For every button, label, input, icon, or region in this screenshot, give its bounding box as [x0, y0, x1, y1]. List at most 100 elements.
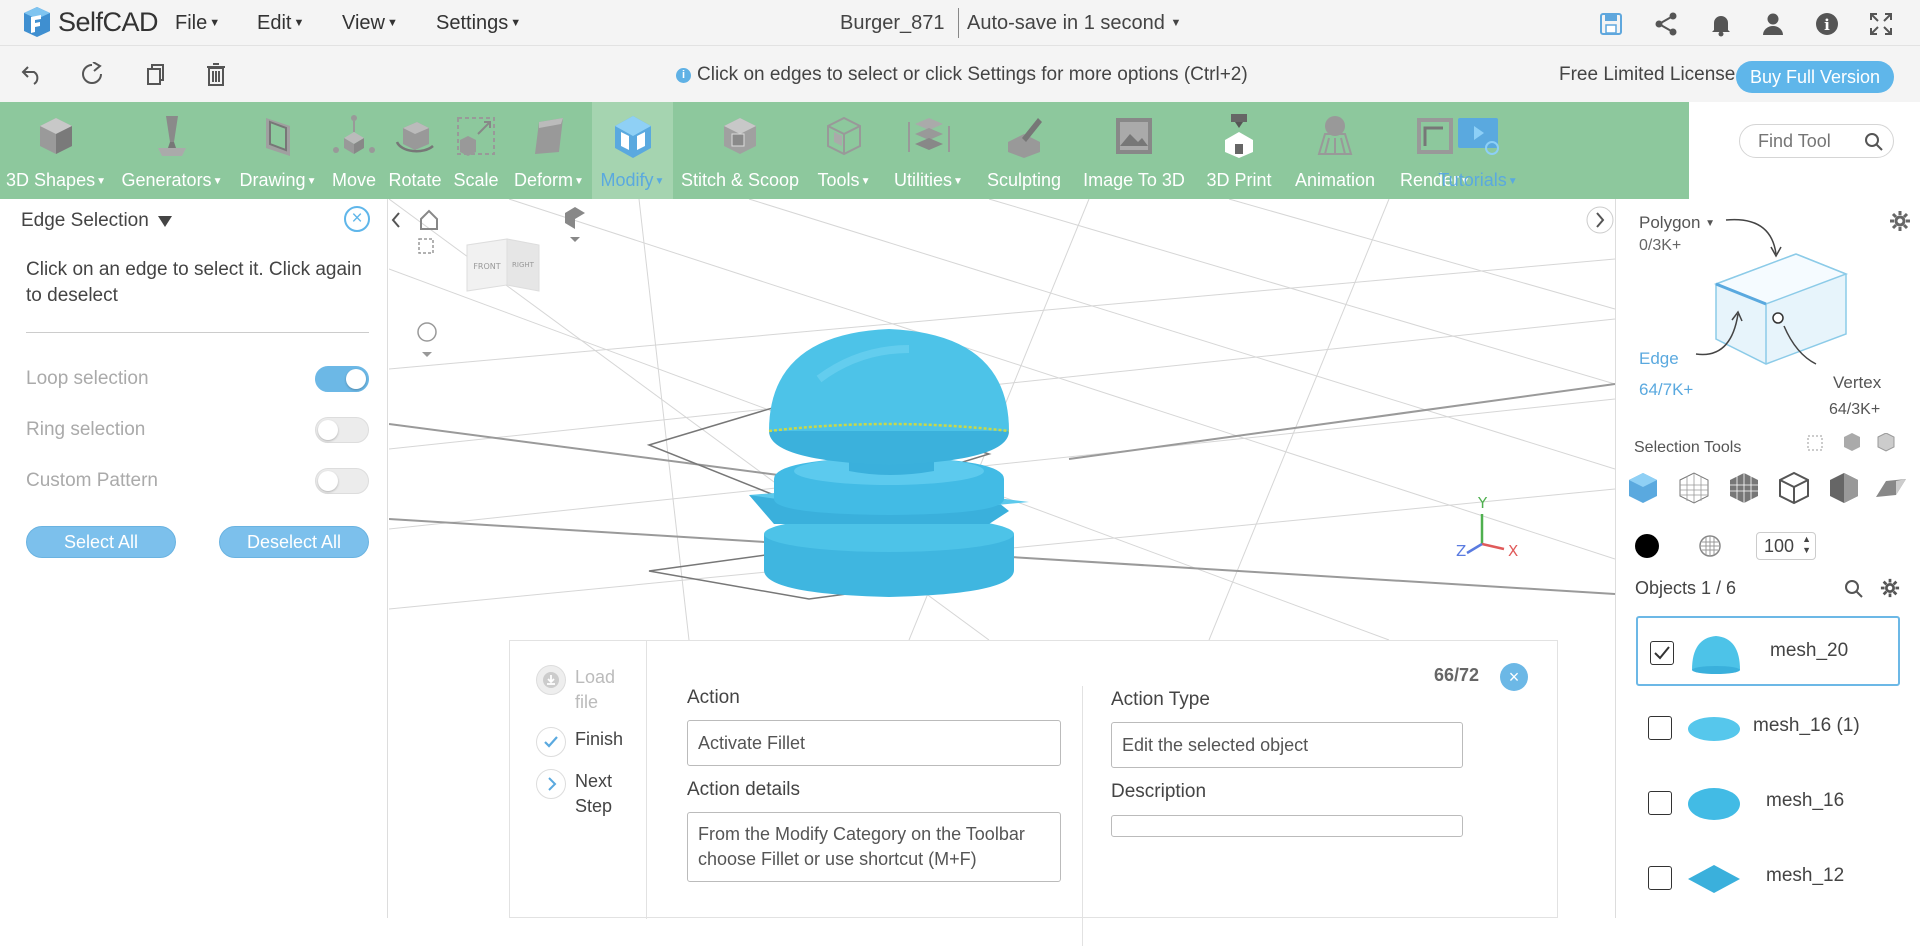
- help-info-icon[interactable]: i: [1814, 11, 1840, 37]
- search-icon[interactable]: [1864, 132, 1884, 152]
- collapse-left-panel-icon[interactable]: [391, 212, 400, 228]
- menu-edit[interactable]: Edit ▼: [257, 12, 304, 35]
- fit-view-icon[interactable]: [418, 238, 434, 254]
- select-solid-cube-icon[interactable]: [1626, 471, 1660, 505]
- tool-3d-shapes[interactable]: 3D Shapes▼: [0, 102, 112, 199]
- menu-settings[interactable]: Settings ▼: [436, 12, 521, 35]
- selection-view-icons[interactable]: [1806, 433, 1896, 455]
- undo-icon[interactable]: [20, 62, 44, 86]
- object-row[interactable]: mesh_16 (1): [1636, 693, 1900, 763]
- panel-collapse-icon[interactable]: [158, 216, 172, 227]
- select-all-button[interactable]: Select All: [26, 526, 176, 558]
- buy-full-version-button[interactable]: Buy Full Version: [1736, 61, 1894, 93]
- step-load-file[interactable]: Load file: [536, 665, 630, 715]
- deselect-all-button[interactable]: Deselect All: [219, 526, 369, 558]
- object-checkbox[interactable]: [1648, 791, 1672, 815]
- tool-stitch-scoop[interactable]: Stitch & Scoop: [673, 102, 807, 199]
- settings-gear-icon[interactable]: [1889, 210, 1911, 232]
- tool-animation[interactable]: Animation: [1282, 102, 1388, 199]
- description-field[interactable]: [1111, 815, 1463, 837]
- select-outline-cube-icon[interactable]: [1777, 471, 1811, 505]
- object-name: mesh_16 (1): [1753, 715, 1860, 736]
- select-wireframe-icon[interactable]: [1677, 471, 1711, 505]
- tool-deform[interactable]: Deform▼: [506, 102, 592, 199]
- color-swatch[interactable]: [1635, 534, 1659, 558]
- selfcad-logo[interactable]: SelfCAD: [20, 5, 159, 39]
- menu-file[interactable]: File ▼: [175, 12, 220, 35]
- close-tutorial-button[interactable]: ×: [1500, 663, 1528, 691]
- camera-view-icon[interactable]: [565, 207, 585, 229]
- loop-selection-toggle[interactable]: [315, 366, 369, 392]
- opacity-input[interactable]: 100 ▲ ▼: [1756, 532, 1816, 560]
- tool-drawing[interactable]: Drawing▼: [232, 102, 324, 199]
- tools-icon: [827, 116, 861, 156]
- action-type-field[interactable]: Edit the selected object: [1111, 722, 1463, 768]
- file-name[interactable]: Burger_871: [840, 12, 945, 35]
- close-panel-button[interactable]: ×: [344, 206, 370, 232]
- find-tool-input[interactable]: [1758, 131, 1858, 152]
- delete-trash-icon[interactable]: [204, 62, 228, 86]
- autosave-status[interactable]: Auto-save in 1 second ▼: [967, 12, 1181, 35]
- perspective-dropdown-icon[interactable]: [422, 352, 432, 357]
- view-cube[interactable]: FRONT RIGHT: [466, 238, 540, 292]
- tool-modify[interactable]: Modify▼: [592, 102, 673, 199]
- action-field[interactable]: Activate Fillet: [687, 720, 1061, 766]
- objects-search-icon[interactable]: [1844, 579, 1864, 599]
- select-plane-icon[interactable]: [1874, 471, 1908, 505]
- camera-dropdown-icon[interactable]: [570, 237, 580, 242]
- action-details-field[interactable]: From the Modify Category on the Toolbar …: [687, 812, 1061, 882]
- mesh-20-thumbnail: [1692, 636, 1740, 674]
- object-row[interactable]: mesh_16: [1636, 768, 1900, 838]
- copy-icon[interactable]: [143, 62, 167, 86]
- tool-generators[interactable]: Generators▼: [112, 102, 232, 199]
- save-icon[interactable]: [1598, 11, 1624, 37]
- 3d-viewport[interactable]: FRONT RIGHT Y X Z: [389, 199, 1615, 640]
- perspective-toggle-icon[interactable]: [417, 322, 437, 342]
- tool-scale[interactable]: Scale: [446, 102, 506, 199]
- tool-tools[interactable]: Tools▼: [807, 102, 881, 199]
- generators-icon: [158, 116, 186, 156]
- tool-sculpting[interactable]: Sculpting: [976, 102, 1072, 199]
- menu-view[interactable]: View ▼: [342, 12, 398, 35]
- svg-text:X: X: [1508, 542, 1518, 560]
- burger-model[interactable]: [749, 329, 1029, 597]
- tool-image-to-3d[interactable]: Image To 3D: [1072, 102, 1196, 199]
- tool-tutorials[interactable]: Tutorials▼: [1428, 102, 1528, 199]
- collapse-right-panel-button[interactable]: [1586, 206, 1614, 234]
- tutorial-panel: Load file Finish Next Step Action Activa…: [509, 640, 1558, 946]
- ring-selection-toggle[interactable]: [315, 417, 369, 443]
- tool-3d-print[interactable]: 3D Print: [1196, 102, 1282, 199]
- notification-bell-icon[interactable]: [1708, 11, 1734, 37]
- texture-material-icon[interactable]: [1698, 534, 1722, 558]
- redo-icon[interactable]: [80, 62, 104, 86]
- edge-mode-label[interactable]: Edge: [1639, 349, 1679, 369]
- tool-utilities[interactable]: Utilities▼: [881, 102, 976, 199]
- deform-icon: [535, 118, 563, 154]
- svg-text:Z: Z: [1456, 542, 1466, 560]
- vertex-mode-label[interactable]: Vertex: [1833, 373, 1881, 393]
- select-grid-cube-icon[interactable]: [1727, 471, 1761, 505]
- home-view-icon[interactable]: [420, 209, 438, 230]
- selection-mode-cube[interactable]: [1676, 214, 1876, 394]
- scene-canvas[interactable]: FRONT RIGHT Y X Z: [389, 199, 1615, 640]
- mesh-16-thumbnail: [1688, 788, 1740, 820]
- fullscreen-icon[interactable]: [1868, 11, 1894, 37]
- tool-rotate[interactable]: Rotate: [384, 102, 446, 199]
- object-checkbox[interactable]: [1648, 866, 1672, 890]
- tool-move[interactable]: Move: [324, 102, 384, 199]
- user-account-icon[interactable]: [1760, 11, 1786, 37]
- object-row[interactable]: mesh_12: [1636, 843, 1900, 913]
- ring-selection-label: Ring selection: [26, 419, 146, 440]
- step-finish[interactable]: Finish: [536, 727, 630, 757]
- object-row[interactable]: mesh_20: [1636, 616, 1900, 686]
- custom-pattern-toggle[interactable]: [315, 468, 369, 494]
- custom-pattern-row: Custom Pattern: [26, 466, 369, 496]
- object-checkbox[interactable]: [1648, 716, 1672, 740]
- select-half-cube-icon[interactable]: [1827, 471, 1861, 505]
- share-icon[interactable]: [1653, 11, 1679, 37]
- vertex-count: 64/3K+: [1829, 401, 1881, 418]
- object-checkbox[interactable]: [1650, 641, 1674, 665]
- objects-settings-icon[interactable]: [1880, 578, 1900, 598]
- step-next[interactable]: Next Step: [536, 769, 630, 819]
- find-tool-search[interactable]: [1739, 124, 1894, 158]
